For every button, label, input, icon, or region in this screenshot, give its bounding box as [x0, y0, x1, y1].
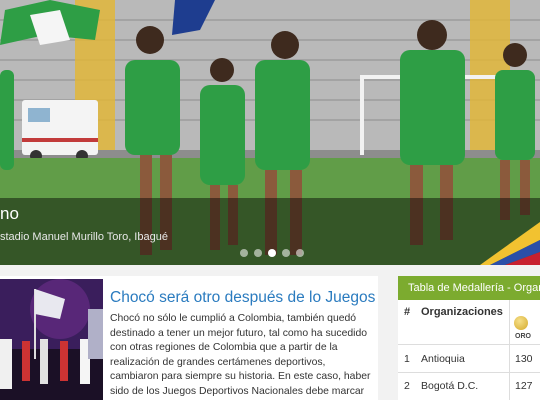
- slide-caption-subtitle: stadio Manuel Murillo Toro, Ibagué: [0, 231, 168, 243]
- page: no stadio Manuel Murillo Toro, Ibagué Ch…: [0, 0, 540, 400]
- column-header-gold: ORO: [515, 333, 531, 340]
- slider-dot[interactable]: [254, 249, 262, 257]
- slider-dot[interactable]: [282, 249, 290, 257]
- news-thumbnail[interactable]: [0, 279, 103, 400]
- slider-dot[interactable]: [296, 249, 304, 257]
- table-row[interactable]: 1 Antioquia 130: [398, 346, 540, 372]
- gold-medal-icon: [514, 316, 528, 330]
- row-rank: 2: [404, 380, 410, 392]
- news-card[interactable]: Chocó será otro después de lo Juegos Cho…: [0, 276, 378, 400]
- row-rank: 1: [404, 353, 410, 365]
- news-thumbnail-image: [0, 279, 103, 400]
- column-header-organizations: Organizaciones: [421, 306, 503, 318]
- row-gold-count: 130: [515, 353, 533, 365]
- medal-table: Tabla de Medallería - Organizaciones # O…: [398, 276, 540, 400]
- hero-slider[interactable]: no stadio Manuel Murillo Toro, Ibagué: [0, 0, 540, 265]
- slider-dot[interactable]: [240, 249, 248, 257]
- colombia-flag-ribbon-icon: [480, 222, 540, 265]
- news-body: Chocó no sólo le cumplió a Colombia, tam…: [110, 313, 371, 397]
- row-divider: [398, 344, 540, 345]
- news-title[interactable]: Chocó será otro después de lo Juegos: [110, 289, 375, 307]
- medal-table-header: Tabla de Medallería - Organizaciones: [398, 276, 540, 300]
- slide-caption-title: no: [0, 204, 19, 223]
- column-header-rank: #: [404, 306, 411, 318]
- row-organization: Antioquia: [421, 353, 465, 365]
- table-row[interactable]: 2 Bogotá D.C. 127: [398, 373, 540, 399]
- slider-dot-active[interactable]: [268, 249, 276, 257]
- row-gold-count: 127: [515, 380, 533, 392]
- row-organization: Bogotá D.C.: [421, 380, 479, 392]
- slider-pagination: [240, 249, 304, 257]
